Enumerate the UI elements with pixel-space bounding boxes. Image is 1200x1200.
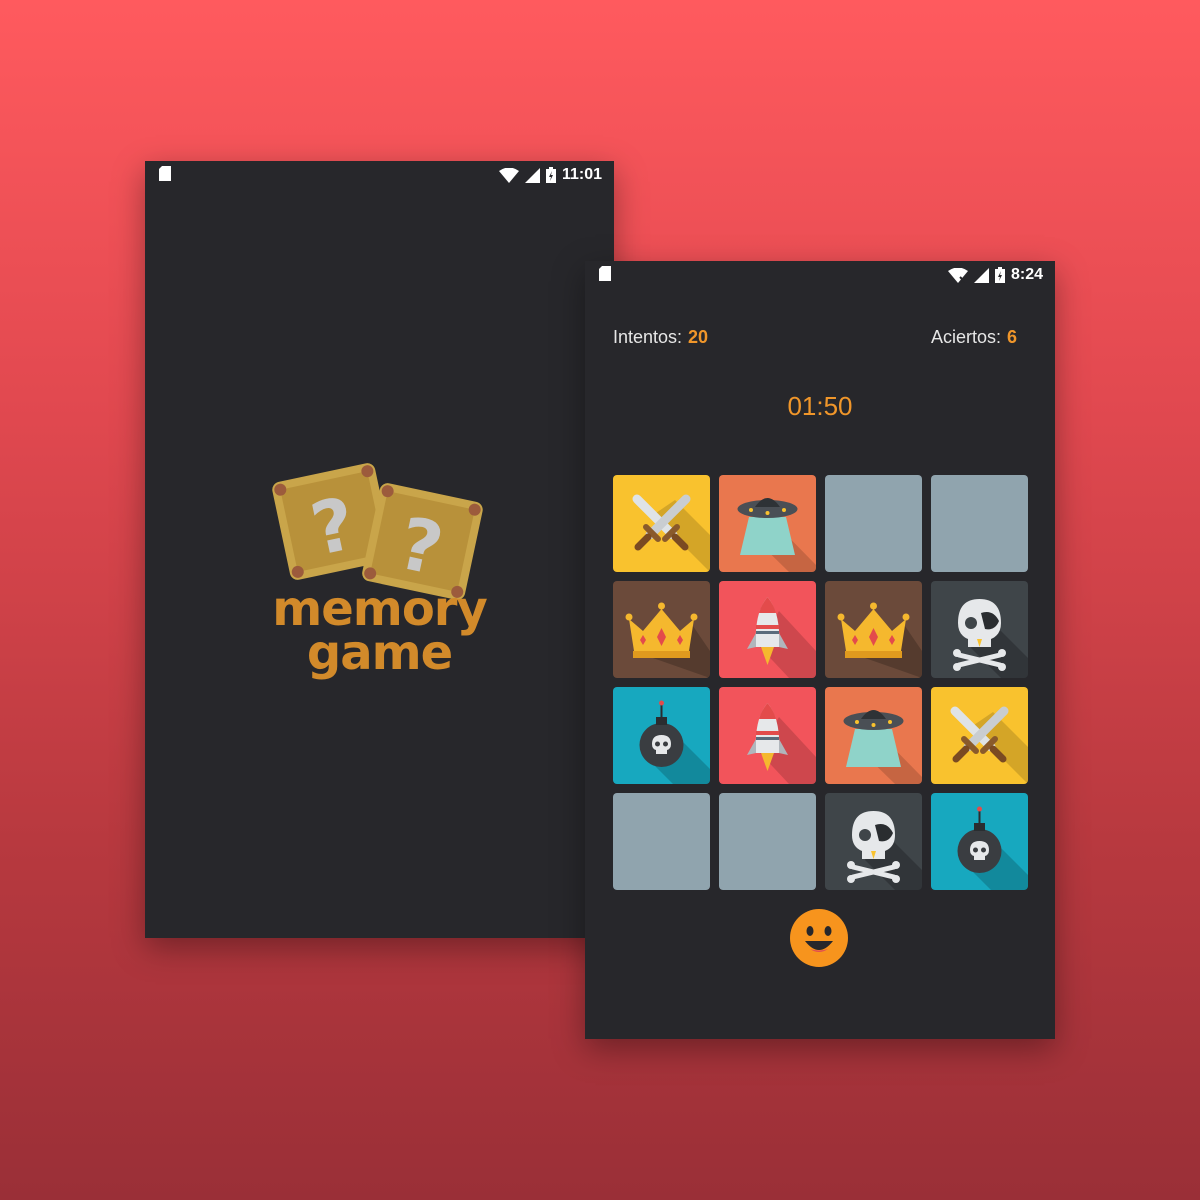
- card-revealed[interactable]: [931, 581, 1028, 678]
- ufo-icon: [737, 498, 816, 572]
- card-revealed[interactable]: [613, 581, 710, 678]
- card-revealed[interactable]: [825, 687, 922, 784]
- splash-screen: 11:01 ? ? memory game: [145, 161, 614, 938]
- swords-icon: [632, 494, 710, 572]
- status-bar: 8:24: [585, 261, 1055, 289]
- crown-icon: [837, 602, 922, 678]
- card-hidden[interactable]: [613, 793, 710, 890]
- pirate-skull-icon: [847, 811, 922, 890]
- rocket-icon: [747, 703, 816, 784]
- battery-icon: [545, 167, 556, 183]
- signal-icon: [973, 267, 989, 283]
- status-time: 11:01: [561, 166, 602, 183]
- attempts-counter: Intentos: 20: [613, 327, 708, 348]
- hits-counter: Aciertos: 6: [931, 327, 1017, 348]
- card-revealed[interactable]: [719, 475, 816, 572]
- card-revealed[interactable]: [825, 793, 922, 890]
- status-bar: 11:01: [145, 161, 614, 189]
- hits-value: 6: [1006, 327, 1017, 347]
- crown-icon: [625, 602, 710, 678]
- game-timer: 01:50: [787, 391, 853, 421]
- wifi-off-icon: [947, 267, 968, 283]
- card-revealed[interactable]: [613, 475, 710, 572]
- wifi-icon: [498, 167, 519, 183]
- logo-text-game: game: [306, 625, 453, 681]
- swords-icon: [950, 706, 1028, 784]
- card-revealed[interactable]: [931, 687, 1028, 784]
- card-revealed[interactable]: [719, 581, 816, 678]
- ufo-icon: [843, 710, 922, 784]
- card-hidden[interactable]: [931, 475, 1028, 572]
- card-hidden[interactable]: [825, 475, 922, 572]
- game-screen: 8:24 Intentos: 20 Aciertos: 6 01:50: [585, 261, 1055, 1039]
- battery-icon: [994, 267, 1005, 283]
- card-revealed[interactable]: [825, 581, 922, 678]
- sd-card-icon: [599, 266, 611, 286]
- card-revealed[interactable]: [931, 793, 1028, 890]
- hits-label: Aciertos:: [930, 327, 1001, 347]
- card-revealed[interactable]: [719, 687, 816, 784]
- attempts-value: 20: [688, 327, 709, 347]
- pirate-skull-icon: [953, 599, 1028, 678]
- sd-card-icon: [159, 166, 171, 186]
- card-grid: [613, 475, 1028, 890]
- signal-icon: [524, 167, 540, 183]
- smiley-face-icon[interactable]: [790, 909, 848, 967]
- bomb-icon: [957, 806, 1028, 890]
- rocket-icon: [747, 597, 816, 678]
- status-time: 8:24: [1010, 266, 1043, 283]
- attempts-label: Intentos:: [613, 327, 683, 347]
- card-hidden[interactable]: [719, 793, 816, 890]
- card-revealed[interactable]: [613, 687, 710, 784]
- bomb-icon: [639, 700, 710, 784]
